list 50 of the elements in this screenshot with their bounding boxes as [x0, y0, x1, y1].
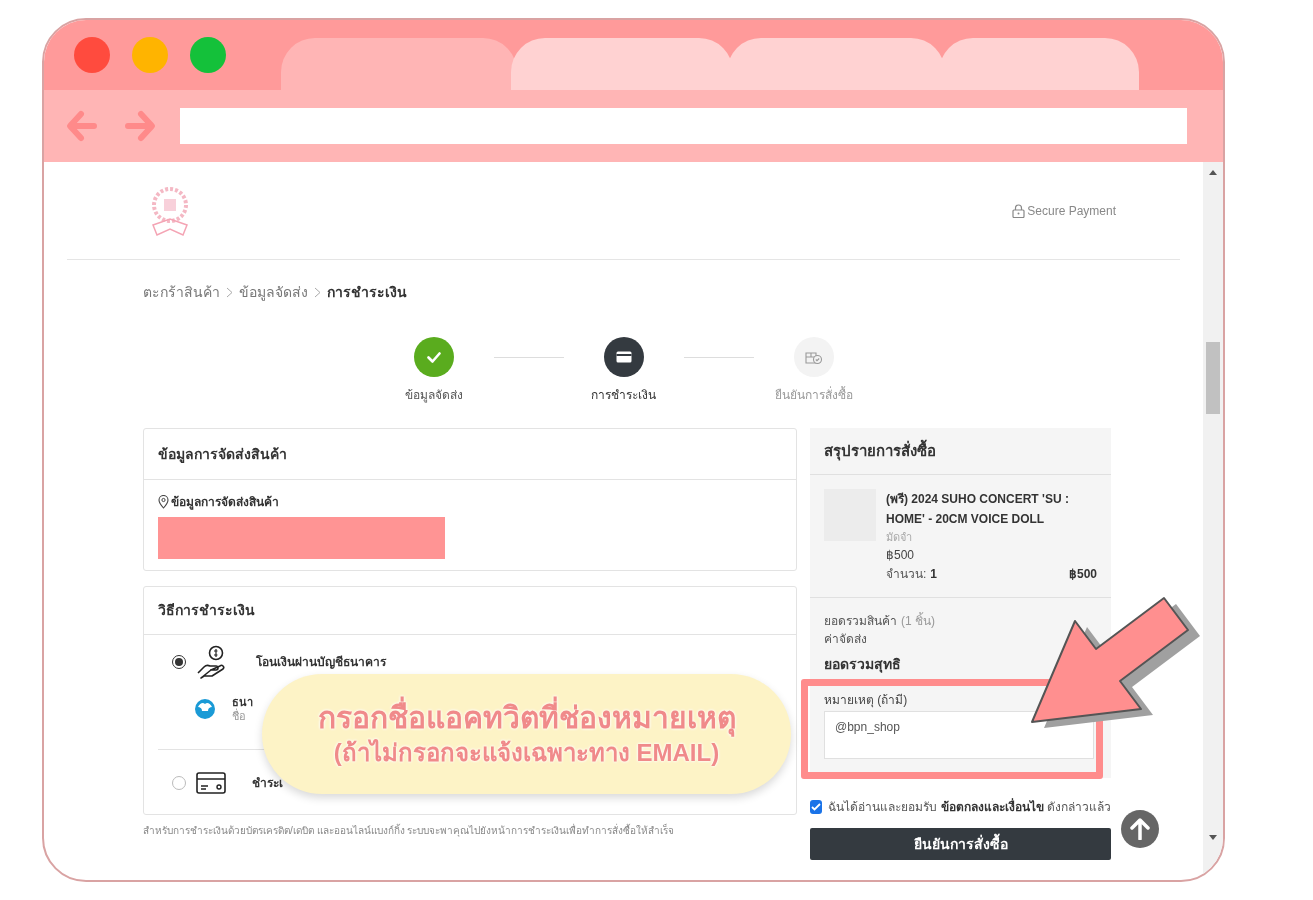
product-option: มัดจำ	[886, 529, 1097, 545]
up-arrow-icon	[1130, 818, 1150, 840]
note-label: หมายเหตุ (ถ้ามี)	[824, 693, 908, 707]
terms-link[interactable]: ข้อตกลงและเงื่อนไข	[940, 800, 1044, 814]
breadcrumb-link[interactable]: ตะกร้าสินค้า	[143, 281, 220, 303]
step-label: การชำระเงิน	[591, 387, 656, 404]
checkmark-icon	[426, 351, 441, 363]
product-name[interactable]: (พรี) 2024 SUHO CONCERT 'SU : HOME' - 20CM VOICE DOLL	[886, 489, 1097, 529]
bank-logo-icon	[194, 698, 216, 720]
payment-method-label: ชำระเ	[252, 775, 283, 792]
credit-card-icon	[615, 351, 632, 363]
shipping-fee-label: ค่าจัดส่ง	[824, 632, 867, 646]
bank-name: ธนา	[232, 695, 253, 708]
payment-method-label: โอนเงินผ่านบัญชีธนาคาร	[256, 654, 386, 671]
subtotal-count: (1 ชิ้น)	[901, 612, 935, 630]
confirm-order-button[interactable]: ยืนยันการสั่งซื้อ	[810, 828, 1111, 860]
agree-checkbox[interactable]	[810, 800, 823, 814]
location-pin-icon	[158, 495, 169, 509]
address-label: ข้อมูลการจัดส่งสินค้า	[171, 494, 279, 511]
quantity-value: 1	[930, 566, 938, 583]
annotation-subtitle: (ถ้าไม่กรอกจะแจ้งเฉพาะทาง EMAIL)	[333, 738, 720, 768]
step-label: ยืนยันการสั่งซื้อ	[774, 386, 853, 404]
lock-icon	[1012, 203, 1026, 218]
back-arrow-icon[interactable]	[64, 108, 100, 144]
product-price: ฿500	[886, 547, 916, 564]
footnote: สำหรับการชำระเงินด้วยบัตรเครดิต/เดบิต และออนไลน์แบงก์กิ้ง ระบบจะพาคุณไปยังหน้าการชำระเงินเพื่อทำการสั่งซื้อให้สำเร็จ	[143, 823, 676, 838]
secure-payment-label: Secure Payment	[1027, 202, 1116, 220]
summary-title: สรุปรายการสั่งซื้อ	[824, 439, 936, 463]
scroll-thumb[interactable]	[1206, 342, 1220, 414]
chevron-icon	[314, 286, 321, 298]
breadcrumb-link[interactable]: การชำระเงิน	[327, 281, 407, 303]
scroll-up-icon[interactable]	[1209, 170, 1217, 175]
address-bar[interactable]	[180, 108, 1187, 144]
agree-text: ฉันได้อ่านและยอมรับ ข้อตกลงและเงื่อนไข ดังกล่าวแล้ว	[828, 798, 1111, 816]
card-title: ข้อมูลการจัดส่งสินค้า	[158, 444, 287, 465]
step-label: ข้อมูลจัดส่ง	[404, 387, 463, 404]
bank-account-detail: ชื่อ	[232, 709, 247, 723]
scroll-down-icon[interactable]	[1209, 835, 1217, 840]
subtotal-label: ยอดรวมสินค้า	[824, 613, 897, 630]
forward-arrow-icon[interactable]	[122, 108, 158, 144]
line-total: ฿500	[1068, 566, 1097, 583]
net-total-label: ยอดรวมสุทธิ	[824, 656, 901, 672]
package-check-icon	[804, 349, 823, 365]
note-field[interactable]: @bpn_shop	[824, 711, 1094, 759]
breadcrumb-link[interactable]: ข้อมูลจัดส่ง	[239, 281, 308, 303]
browser-tab[interactable]	[939, 38, 1139, 90]
credit-card-icon	[196, 772, 226, 794]
quantity-label: จำนวน:	[886, 566, 927, 583]
card-title: วิธีการชำระเงิน	[158, 601, 255, 620]
chevron-icon	[226, 286, 233, 298]
